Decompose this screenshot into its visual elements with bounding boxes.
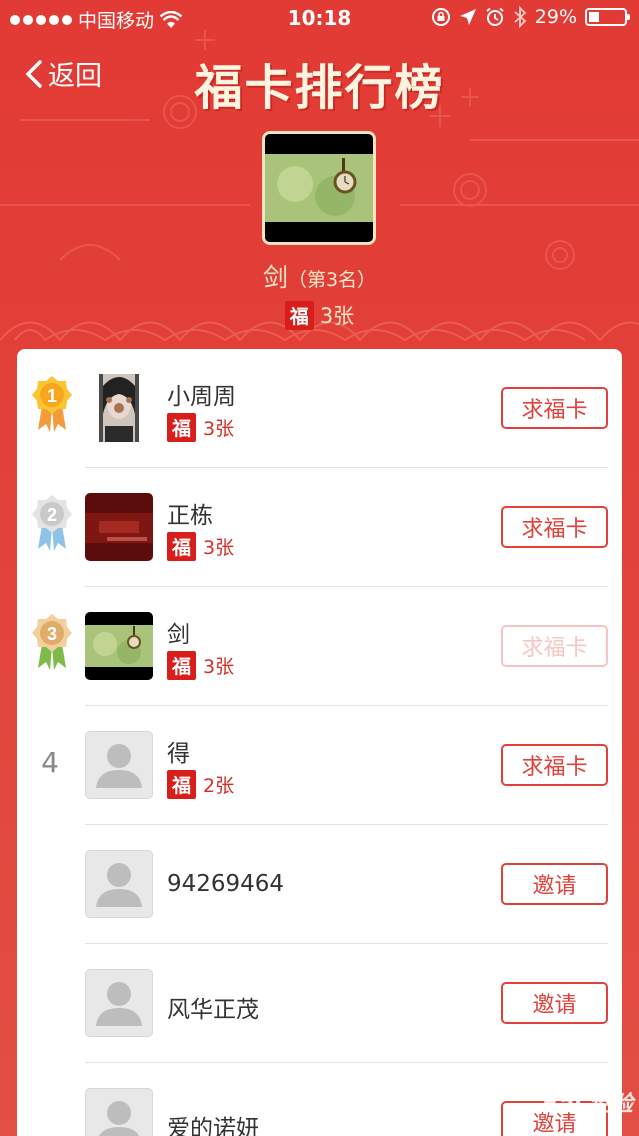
my-count-value: 3张 — [319, 304, 355, 328]
list-item[interactable]: 4 得 福 2张 求福卡 — [17, 706, 622, 825]
status-right: 29% — [431, 6, 630, 28]
card-count: 福 3张 — [167, 413, 234, 442]
my-avatar — [262, 131, 376, 245]
card-count: 福 2张 — [167, 770, 234, 799]
card-count-value: 3张 — [203, 656, 235, 678]
girl-photo-image — [85, 374, 153, 442]
gold-medal-icon: 1 — [32, 376, 72, 432]
alarm-icon — [486, 7, 504, 26]
bronze-medal-icon: 3 — [32, 614, 72, 670]
card-count-value: 2张 — [203, 775, 235, 797]
my-name: 剑 — [262, 263, 288, 292]
default-avatar[interactable] — [85, 731, 153, 799]
person-silhouette-icon — [96, 744, 142, 788]
list-item[interactable]: 风华正茂 邀请 — [17, 944, 622, 1063]
card-count-value: 3张 — [203, 537, 235, 559]
default-avatar[interactable] — [85, 1088, 153, 1136]
user-avatar[interactable] — [85, 493, 153, 561]
card-count-value: 3张 — [203, 418, 235, 440]
svg-text:3: 3 — [47, 624, 57, 644]
card-count: 福 3张 — [167, 651, 234, 680]
fu-badge-icon: 福 — [284, 300, 314, 330]
person-silhouette-icon — [98, 1101, 140, 1136]
bluetooth-icon — [514, 6, 527, 28]
watermark-logo: Bai 经验 — [542, 1092, 633, 1117]
rank-number: 4 — [41, 746, 59, 779]
my-name-line: 剑（第3名） — [0, 258, 639, 294]
battery-icon — [585, 8, 630, 26]
list-item[interactable]: 3 剑 福 3张 求福卡 — [17, 587, 622, 706]
list-item[interactable]: 2 正栋 福 3张 求福卡 — [17, 468, 622, 587]
list-item[interactable]: 94269464 邀请 — [17, 825, 622, 944]
user-name: 风华正茂 — [167, 997, 259, 1023]
my-rank: （第3名） — [287, 269, 377, 291]
silver-medal-icon: 2 — [32, 495, 72, 551]
request-card-button[interactable]: 求福卡 — [501, 744, 608, 786]
user-name: 小周周 — [167, 384, 236, 410]
rotation-lock-icon — [431, 8, 450, 26]
invite-button[interactable]: 邀请 — [501, 863, 608, 905]
dark-red-photo-image — [85, 493, 153, 561]
request-card-button[interactable]: 求福卡 — [501, 387, 608, 429]
svg-text:2: 2 — [47, 505, 57, 525]
list-item[interactable]: 1 小周周 福 3张 求福卡 — [17, 349, 622, 468]
fu-badge-icon: 福 — [167, 651, 196, 680]
default-avatar[interactable] — [85, 850, 153, 918]
user-name: 爱的诺妍 — [167, 1116, 259, 1136]
fu-badge-icon: 福 — [167, 413, 196, 442]
ranking-list: 1 小周周 福 3张 求福卡 2 正栋 福 3张 求福卡 3 剑 福 3张 求福… — [17, 349, 622, 1136]
fu-badge-icon: 福 — [167, 770, 196, 799]
default-avatar[interactable] — [85, 969, 153, 1037]
status-bar: 中国移动 10:18 29% — [0, 0, 639, 36]
user-name: 正栋 — [167, 503, 213, 529]
card-count: 福 3张 — [167, 532, 234, 561]
list-item[interactable]: 爱的诺妍 邀请 — [17, 1063, 622, 1136]
request-card-button[interactable]: 求福卡 — [501, 506, 608, 548]
person-silhouette-icon — [96, 982, 142, 1026]
page-title: 福卡排行榜 — [194, 60, 445, 116]
request-card-button-disabled: 求福卡 — [501, 625, 608, 667]
user-name: 得 — [167, 741, 190, 767]
svg-text:1: 1 — [47, 386, 57, 406]
fu-badge-icon: 福 — [167, 532, 196, 561]
user-name: 94269464 — [167, 871, 285, 897]
user-avatar[interactable] — [85, 612, 153, 680]
battery-percent: 29% — [534, 6, 577, 28]
user-avatar[interactable] — [85, 374, 153, 442]
location-arrow-icon — [459, 9, 476, 25]
user-name: 剑 — [167, 622, 190, 648]
invite-button[interactable]: 邀请 — [501, 982, 608, 1024]
my-card-count: 福 3张 — [0, 300, 639, 330]
clock-photo-image — [265, 134, 373, 242]
clock-photo-image — [85, 612, 153, 680]
person-silhouette-icon — [96, 863, 142, 907]
